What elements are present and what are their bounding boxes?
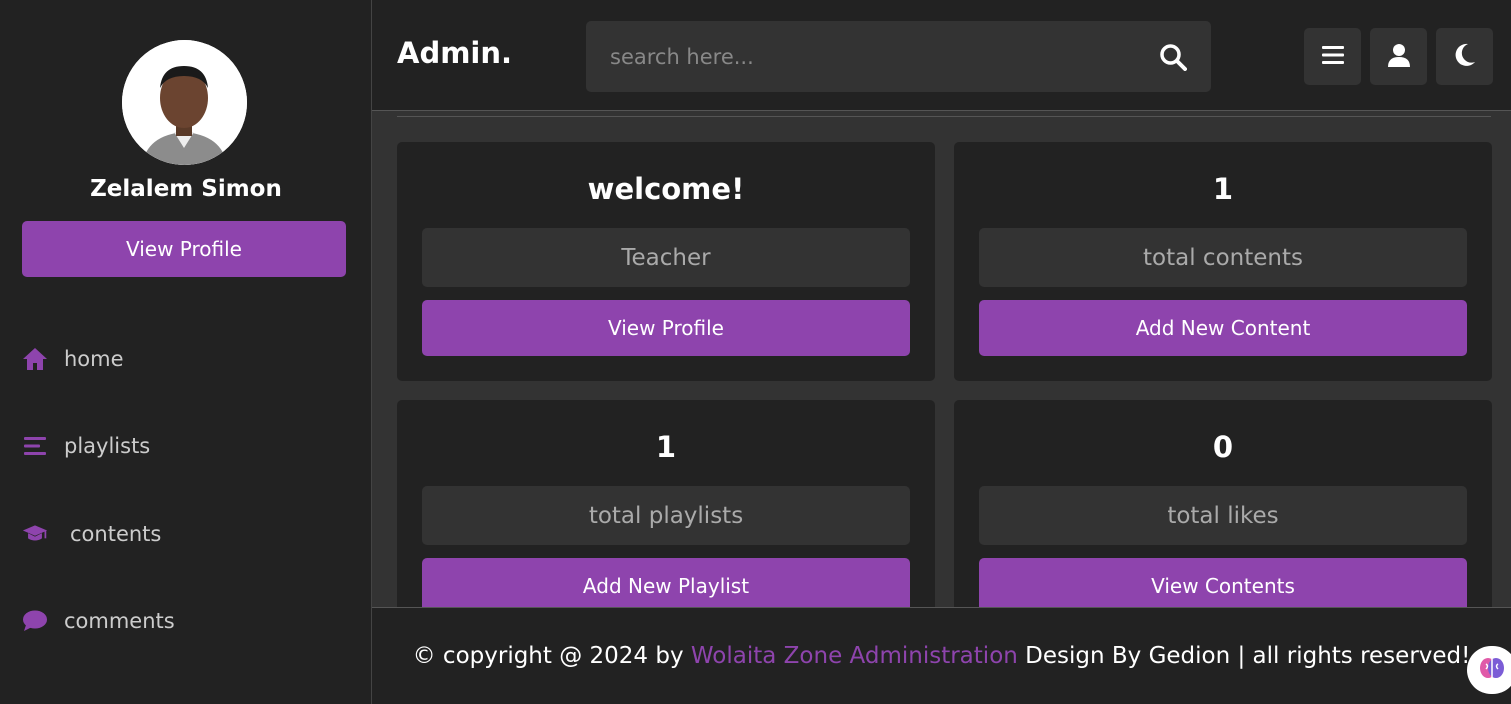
sidebar-item-label: home [64,347,124,371]
view-profile-button[interactable]: View Profile [22,221,346,277]
card-title: 1 [655,430,677,464]
sidebar-item-comments[interactable]: comments [22,608,175,634]
sidebar-item-label: playlists [64,434,151,458]
theme-toggle-button[interactable] [1436,28,1493,85]
card-info: Teacher [422,228,910,287]
home-icon [22,346,48,372]
brain-icon [1479,656,1505,684]
dashboard: welcome! Teacher View Profile 1 total co… [372,112,1511,607]
sidebar-item-playlists[interactable]: playlists [22,433,150,459]
divider [397,116,1491,117]
card-info: total playlists [422,486,910,545]
header: Admin. [372,0,1511,111]
contents-card: 1 total contents Add New Content [954,142,1492,381]
sidebar-item-home[interactable]: home [22,346,124,372]
menu-icon [1321,45,1344,69]
copyright-text: © copyright @ 2024 by Wolaita Zone Admin… [372,643,1511,669]
card-info: total contents [979,228,1467,287]
search-input[interactable] [610,21,1150,92]
sidebar: Zelalem Simon View Profile home playlist… [0,0,372,704]
card-title: welcome! [587,172,745,206]
card-info: total likes [979,486,1467,545]
footer: © copyright @ 2024 by Wolaita Zone Admin… [372,607,1511,704]
copyright-prefix: © copyright @ 2024 by [412,643,691,669]
playlists-card: 1 total playlists Add New Playlist [397,400,935,607]
menu-button[interactable] [1304,28,1361,85]
graduation-cap-icon [22,521,48,547]
user-photo [122,40,247,165]
sidebar-item-label: comments [64,609,175,633]
avatar[interactable] [122,40,247,165]
view-contents-button[interactable]: View Contents [979,558,1467,607]
copyright-suffix: Design By Gedion | all rights reserved! [1017,643,1471,669]
comment-icon [22,608,48,634]
add-playlist-button[interactable]: Add New Playlist [422,558,910,607]
sidebar-item-contents[interactable]: contents [22,521,161,547]
list-icon [22,433,48,459]
organization-link[interactable]: Wolaita Zone Administration [691,643,1018,669]
likes-card: 0 total likes View Contents [954,400,1492,607]
add-content-button[interactable]: Add New Content [979,300,1467,356]
user-icon [1387,43,1411,71]
app-logo[interactable]: Admin. [397,36,512,70]
profile-name: Zelalem Simon [90,176,282,202]
view-profile-card-button[interactable]: View Profile [422,300,910,356]
card-title: 0 [1212,430,1234,464]
search-icon[interactable] [1159,43,1187,71]
sidebar-item-label: contents [70,522,162,546]
brain-extension-button[interactable] [1467,646,1511,694]
welcome-card: welcome! Teacher View Profile [397,142,935,381]
card-title: 1 [1212,172,1234,206]
user-button[interactable] [1370,28,1427,85]
search-bar [586,21,1211,92]
moon-icon [1454,43,1476,71]
